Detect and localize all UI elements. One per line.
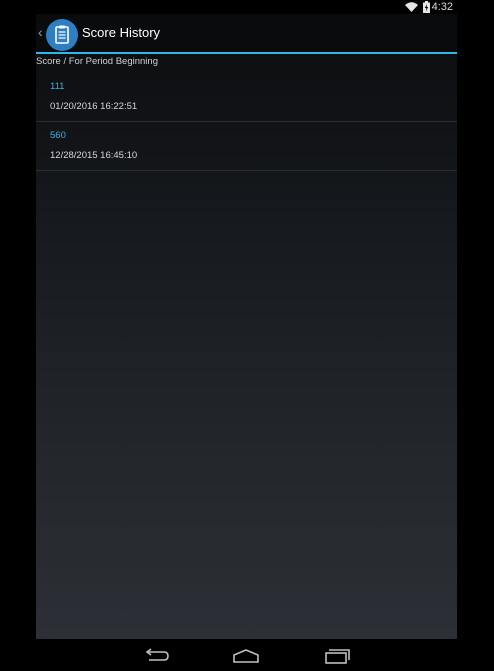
home-icon	[233, 649, 259, 663]
home-button[interactable]	[226, 645, 266, 667]
recent-apps-button[interactable]	[317, 645, 357, 667]
list-item[interactable]: 111 01/20/2016 16:22:51	[36, 73, 457, 122]
screen: 4:32 ‹ Score History Score / For Period …	[0, 0, 494, 671]
status-time: 4:32	[431, 1, 453, 13]
score-value: 560	[50, 130, 66, 141]
list-item[interactable]: 560 12/28/2015 16:45:10	[36, 122, 457, 171]
up-navigation-button[interactable]: ‹	[36, 14, 82, 52]
navigation-bar	[0, 639, 494, 671]
page-title: Score History	[82, 25, 161, 40]
chevron-left-icon: ‹	[38, 24, 43, 40]
battery-charging-icon	[423, 1, 430, 13]
period-start-date: 01/20/2016 16:22:51	[50, 101, 138, 112]
score-history-list: 111 01/20/2016 16:22:51 560 12/28/2015 1…	[36, 73, 457, 171]
app-window: ‹ Score History Score / For Period Begin…	[36, 14, 457, 639]
status-bar: 4:32	[0, 0, 494, 14]
recent-apps-icon	[325, 649, 350, 664]
period-start-date: 12/28/2015 16:45:10	[50, 150, 138, 161]
action-bar-divider	[36, 52, 457, 54]
score-value: 111	[50, 81, 65, 92]
clipboard-icon	[46, 19, 78, 51]
back-button[interactable]	[137, 645, 177, 667]
action-bar: ‹ Score History	[36, 14, 457, 52]
section-header: Score / For Period Beginning	[36, 56, 158, 67]
wifi-icon	[405, 2, 418, 12]
back-icon	[145, 648, 169, 661]
